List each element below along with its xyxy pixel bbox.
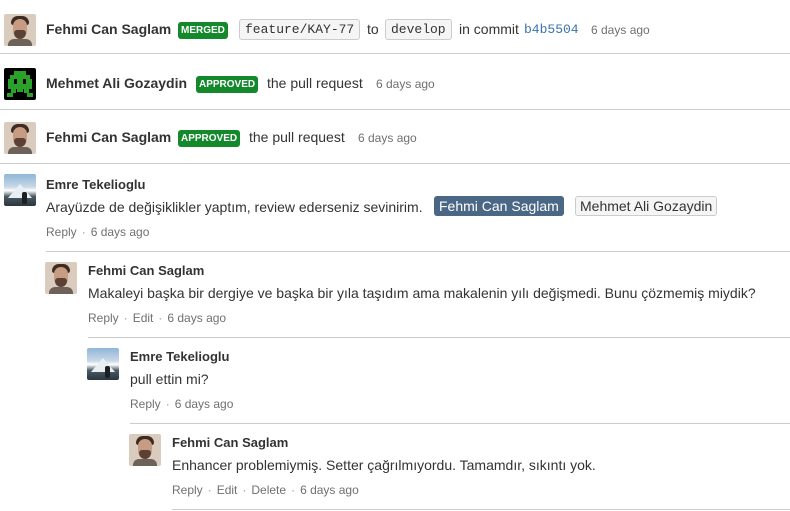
user-avatar-icon[interactable] <box>4 14 36 46</box>
timestamp[interactable]: 6 days ago <box>591 23 650 37</box>
comment-actions: Reply · Edit · 6 days ago <box>88 311 227 325</box>
author-name[interactable]: Fehmi Can Saglam <box>46 21 171 37</box>
comment-divider <box>130 423 790 424</box>
mountain-avatar-icon[interactable] <box>87 348 119 380</box>
activity-approved: Fehmi Can Saglam APPROVED the pull reque… <box>0 110 790 164</box>
author-name[interactable]: Fehmi Can Saglam <box>46 129 171 145</box>
comment-actions: Reply · 6 days ago <box>46 225 150 239</box>
comment-actions: Reply · Edit · Delete · 6 days ago <box>172 483 359 497</box>
timestamp[interactable]: 6 days ago <box>358 131 417 145</box>
author-name[interactable]: Mehmet Ali Gozaydin <box>46 75 187 91</box>
mountain-avatar-icon[interactable] <box>4 174 36 206</box>
user-avatar-icon[interactable] <box>129 434 161 466</box>
reply-link[interactable]: Reply <box>46 225 77 239</box>
edit-link[interactable]: Edit <box>217 483 238 497</box>
timestamp[interactable]: 6 days ago <box>376 77 435 91</box>
reply-link[interactable]: Reply <box>130 397 161 411</box>
comment-text: Arayüzde de değişiklikler yaptım, review… <box>46 199 423 215</box>
merged-badge: MERGED <box>178 22 228 39</box>
delete-link[interactable]: Delete <box>251 483 286 497</box>
comment-author[interactable]: Fehmi Can Saglam <box>88 263 204 278</box>
in-commit-text: in commit <box>459 21 519 37</box>
comment-actions: Reply · 6 days ago <box>130 397 234 411</box>
comment-divider <box>88 337 790 338</box>
activity-text: the pull request <box>249 129 345 145</box>
comment-author[interactable]: Fehmi Can Saglam <box>172 435 288 450</box>
approved-badge: APPROVED <box>178 130 241 147</box>
mention-fehmi[interactable]: Fehmi Can Saglam <box>434 196 564 216</box>
timestamp[interactable]: 6 days ago <box>91 225 150 239</box>
comment-author[interactable]: Emre Tekelioglu <box>130 349 229 364</box>
user-avatar-icon[interactable] <box>4 122 36 154</box>
timestamp[interactable]: 6 days ago <box>167 311 226 325</box>
mention-mehmet[interactable]: Mehmet Ali Gozaydin <box>575 196 718 216</box>
timestamp[interactable]: 6 days ago <box>300 483 359 497</box>
comment-text: Enhancer problemiymiş. Setter çağrılmıyo… <box>172 457 596 473</box>
reply-link[interactable]: Reply <box>172 483 203 497</box>
activity-text: the pull request <box>267 75 363 91</box>
target-branch[interactable]: develop <box>385 19 452 40</box>
pixel-invader-avatar-icon[interactable] <box>4 68 36 100</box>
edit-link[interactable]: Edit <box>133 311 154 325</box>
approved-badge: APPROVED <box>196 76 259 93</box>
timestamp[interactable]: 6 days ago <box>175 397 234 411</box>
comment-divider <box>46 251 790 252</box>
activity-merged: Fehmi Can Saglam MERGED feature/KAY-77 t… <box>0 0 790 54</box>
commit-hash-link[interactable]: b4b5504 <box>524 22 579 37</box>
comment-author[interactable]: Emre Tekelioglu <box>46 177 145 192</box>
comment-text: Makaleyi başka bir dergiye ve başka bir … <box>88 285 756 301</box>
source-branch[interactable]: feature/KAY-77 <box>239 19 361 40</box>
comment-divider <box>172 509 790 510</box>
user-avatar-icon[interactable] <box>45 262 77 294</box>
to-text: to <box>367 21 379 37</box>
reply-link[interactable]: Reply <box>88 311 119 325</box>
comment-text: pull ettin mi? <box>130 371 209 387</box>
activity-approved: Mehmet Ali Gozaydin APPROVED the pull re… <box>0 56 790 110</box>
